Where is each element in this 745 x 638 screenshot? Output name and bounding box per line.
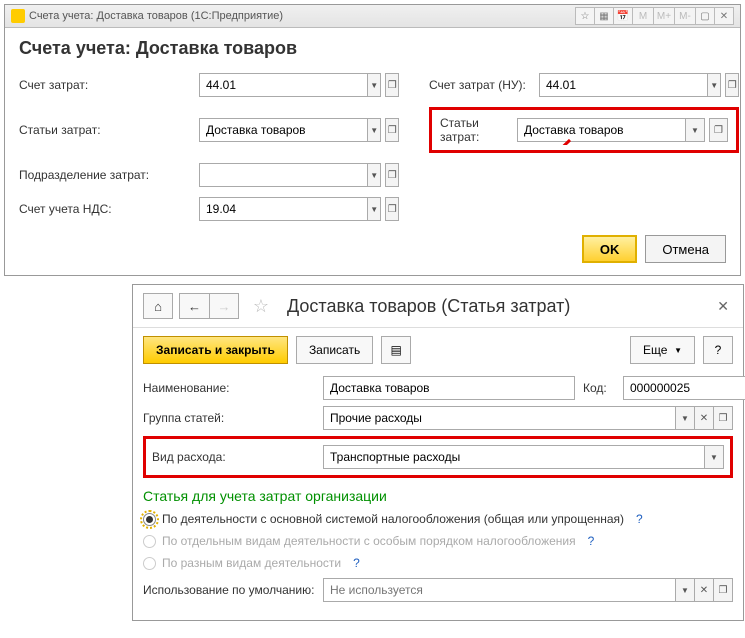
window-body: Счета учета: Доставка товаров Счет затра… bbox=[5, 28, 740, 275]
action-toolbar: Записать и закрыть Записать ▤ Еще ▼ ? bbox=[133, 328, 743, 372]
field-podrazdelenie: ▼ ❐ bbox=[199, 163, 399, 187]
label-code: Код: bbox=[583, 381, 623, 395]
field-schet-nds: ▼ ❐ bbox=[199, 197, 399, 221]
field-schet-zatrat: ▼ ❐ bbox=[199, 73, 399, 97]
label-group: Группа статей: bbox=[143, 411, 323, 425]
maximize-button[interactable]: ▢ bbox=[695, 7, 715, 25]
report-icon[interactable]: ▤ bbox=[381, 336, 411, 364]
label-usage: Использование по умолчанию: bbox=[143, 583, 323, 597]
input-group[interactable] bbox=[323, 406, 676, 430]
label-podrazdelenie: Подразделение затрат: bbox=[19, 168, 199, 182]
input-podrazdelenie[interactable] bbox=[199, 163, 368, 187]
field-stati-zatrat: ▼ ❐ bbox=[199, 118, 399, 142]
field-schet-zatrat-nu: ▼ ❐ bbox=[539, 73, 739, 97]
more-button[interactable]: Еще ▼ bbox=[630, 336, 695, 364]
help-icon[interactable]: ? bbox=[636, 512, 643, 526]
open-button[interactable]: ❐ bbox=[385, 118, 399, 142]
home-button[interactable]: ⌂ bbox=[143, 293, 173, 319]
highlight-source: Статьи затрат: ▼ ❐ bbox=[429, 107, 739, 153]
window-title: Счета учета: Доставка товаров (1С:Предпр… bbox=[29, 10, 576, 22]
input-schet-zatrat[interactable] bbox=[199, 73, 368, 97]
radio-icon bbox=[143, 513, 156, 526]
calc-icon[interactable]: ▦ bbox=[594, 7, 614, 25]
label-stati-zatrat: Статьи затрат: bbox=[19, 123, 199, 137]
radio-special-tax[interactable]: По отдельным видам деятельности с особым… bbox=[143, 534, 733, 548]
label-schet-zatrat: Счет затрат: bbox=[19, 78, 199, 92]
label-vid: Вид расхода: bbox=[152, 450, 323, 464]
input-name[interactable] bbox=[323, 376, 575, 400]
dropdown-button[interactable]: ▼ bbox=[676, 406, 695, 430]
help-button[interactable]: ? bbox=[703, 336, 733, 364]
highlight-target: Вид расхода: ▼ bbox=[143, 436, 733, 478]
open-button[interactable]: ❐ bbox=[714, 406, 733, 430]
accounts-window: Счета учета: Доставка товаров (1С:Предпр… bbox=[4, 4, 741, 276]
article-form: Наименование: Код: Группа статей: ▼ ✕ ❐ … bbox=[133, 372, 743, 620]
open-button[interactable]: ❐ bbox=[714, 578, 733, 602]
mem-m-button[interactable]: M bbox=[632, 7, 654, 25]
radio-various[interactable]: По разным видам деятельности ? bbox=[143, 556, 733, 570]
clear-button[interactable]: ✕ bbox=[695, 406, 714, 430]
cancel-button[interactable]: Отмена bbox=[645, 235, 726, 263]
open-button[interactable]: ❐ bbox=[385, 163, 399, 187]
fav-icon[interactable]: ☆ bbox=[575, 7, 595, 25]
label-name: Наименование: bbox=[143, 381, 323, 395]
save-button[interactable]: Записать bbox=[296, 336, 373, 364]
dropdown-button[interactable]: ▼ bbox=[368, 73, 381, 97]
open-button[interactable]: ❐ bbox=[725, 73, 739, 97]
article-window: ⌂ ← → ☆ Доставка товаров (Статья затрат)… bbox=[132, 284, 744, 621]
footer-buttons: OK Отмена bbox=[19, 235, 726, 263]
radio-main-tax[interactable]: По деятельности с основной системой нало… bbox=[143, 512, 733, 526]
ok-button[interactable]: OK bbox=[582, 235, 638, 263]
close-icon[interactable]: ✕ bbox=[713, 294, 733, 319]
radio-icon bbox=[143, 535, 156, 548]
clear-button[interactable]: ✕ bbox=[695, 578, 714, 602]
nav-toolbar: ⌂ ← → ☆ Доставка товаров (Статья затрат)… bbox=[133, 285, 743, 328]
radio-label: По разным видам деятельности bbox=[162, 556, 341, 570]
open-button[interactable]: ❐ bbox=[709, 118, 728, 142]
input-code[interactable] bbox=[623, 376, 745, 400]
calendar-icon[interactable]: 📅 bbox=[613, 7, 633, 25]
radio-label: По деятельности с основной системой нало… bbox=[162, 512, 624, 526]
dropdown-button[interactable]: ▼ bbox=[368, 163, 381, 187]
app-icon bbox=[11, 9, 25, 23]
article-title: Доставка товаров (Статья затрат) bbox=[287, 296, 707, 317]
label-schet-nds: Счет учета НДС: bbox=[19, 202, 199, 216]
input-stati-zatrat[interactable] bbox=[199, 118, 368, 142]
dropdown-button[interactable]: ▼ bbox=[368, 118, 381, 142]
dropdown-button[interactable]: ▼ bbox=[705, 445, 724, 469]
section-title: Статья для учета затрат организации bbox=[143, 488, 733, 504]
help-icon[interactable]: ? bbox=[353, 556, 360, 570]
mem-mplus-button[interactable]: M+ bbox=[653, 7, 675, 25]
dropdown-button[interactable]: ▼ bbox=[368, 197, 381, 221]
dropdown-button[interactable]: ▼ bbox=[708, 73, 721, 97]
open-button[interactable]: ❐ bbox=[385, 73, 399, 97]
open-button[interactable]: ❐ bbox=[385, 197, 399, 221]
input-stati-zatrat-2[interactable] bbox=[517, 118, 686, 142]
save-close-button[interactable]: Записать и закрыть bbox=[143, 336, 288, 364]
radio-label: По отдельным видам деятельности с особым… bbox=[162, 534, 576, 548]
back-button[interactable]: ← bbox=[179, 293, 209, 319]
label-stati-zatrat-2: Статьи затрат: bbox=[440, 116, 509, 144]
dropdown-button[interactable]: ▼ bbox=[686, 118, 705, 142]
radio-icon bbox=[143, 557, 156, 570]
input-schet-nds[interactable] bbox=[199, 197, 368, 221]
forward-button[interactable]: → bbox=[209, 293, 239, 319]
close-button[interactable]: ✕ bbox=[714, 7, 734, 25]
help-icon[interactable]: ? bbox=[588, 534, 595, 548]
input-usage[interactable] bbox=[323, 578, 676, 602]
mem-mminus-button[interactable]: M- bbox=[674, 7, 696, 25]
titlebar-buttons: ☆ ▦ 📅 M M+ M- ▢ ✕ bbox=[576, 7, 734, 25]
dropdown-button[interactable]: ▼ bbox=[676, 578, 695, 602]
page-heading: Счета учета: Доставка товаров bbox=[19, 38, 726, 59]
titlebar: Счета учета: Доставка товаров (1С:Предпр… bbox=[5, 5, 740, 28]
star-icon[interactable]: ☆ bbox=[249, 294, 273, 318]
label-schet-zatrat-nu: Счет затрат (НУ): bbox=[429, 78, 539, 92]
form-grid: Счет затрат: ▼ ❐ Счет затрат (НУ): ▼ ❐ С… bbox=[19, 73, 726, 221]
input-schet-zatrat-nu[interactable] bbox=[539, 73, 708, 97]
input-vid[interactable] bbox=[323, 445, 705, 469]
